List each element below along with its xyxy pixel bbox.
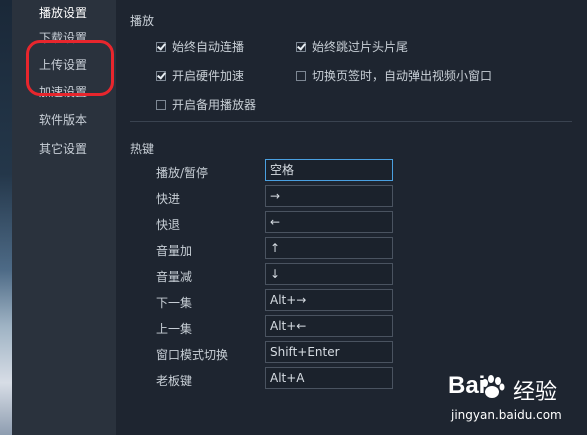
option-backup-player[interactable]: 开启备用播放器: [156, 96, 256, 113]
hotkey-field-volume-up[interactable]: ↑: [265, 237, 393, 259]
hotkey-field-next-episode[interactable]: Alt+→: [265, 289, 393, 311]
hotkey-field-window-mode[interactable]: Shift+Enter: [265, 341, 393, 363]
hotkey-label-forward: 快进: [156, 192, 181, 206]
option-label: 始终跳过片头片尾: [312, 40, 409, 54]
checkbox-checked-icon[interactable]: [156, 41, 166, 52]
watermark-url: jingyan.baidu.com: [451, 408, 562, 422]
hotkey-field-prev-episode[interactable]: Alt+←: [265, 315, 393, 337]
sidebar-item-playback[interactable]: 播放设置: [39, 4, 87, 21]
sidebar-item-other[interactable]: 其它设置: [39, 140, 87, 157]
option-label: 开启备用播放器: [172, 98, 257, 112]
watermark-brand-right: 经验: [513, 380, 558, 405]
checkbox-unchecked-icon[interactable]: [156, 99, 166, 110]
hotkey-field-forward[interactable]: →: [265, 185, 393, 207]
hotkey-label-play-pause: 播放/暂停: [156, 166, 209, 180]
annotation-highlight: [26, 40, 114, 96]
baidu-jingyan-watermark: Bai 经验 jingyan.baidu.com: [445, 370, 585, 430]
hotkey-field-boss-key[interactable]: Alt+A: [265, 367, 393, 389]
option-label: 开启硬件加速: [172, 69, 245, 83]
option-hardware-accel[interactable]: 开启硬件加速: [156, 67, 244, 84]
checkbox-checked-icon[interactable]: [156, 70, 166, 81]
hotkey-field-rewind[interactable]: ←: [265, 211, 393, 233]
hotkey-label-volume-up: 音量加: [156, 244, 193, 258]
hotkey-label-volume-down: 音量减: [156, 270, 193, 284]
hotkey-label-boss-key: 老板键: [156, 374, 193, 388]
hotkey-field-volume-down[interactable]: ↓: [265, 263, 393, 285]
option-label: 始终自动连播: [172, 40, 245, 54]
background-desktop-strip: [0, 0, 12, 435]
option-auto-continue[interactable]: 始终自动连播: [156, 38, 244, 55]
option-popup-mini-window[interactable]: 切换页签时，自动弹出视频小窗口: [296, 67, 492, 84]
paw-icon: [482, 375, 505, 398]
option-label: 切换页签时，自动弹出视频小窗口: [312, 69, 493, 83]
sidebar-item-version[interactable]: 软件版本: [39, 111, 87, 128]
checkbox-unchecked-icon[interactable]: [296, 70, 306, 81]
section-title-hotkeys: 热键: [130, 142, 155, 156]
hotkey-label-next-episode: 下一集: [156, 296, 193, 310]
hotkey-label-window-mode: 窗口模式切换: [156, 348, 229, 362]
section-title-playback: 播放: [130, 14, 155, 28]
checkbox-checked-icon[interactable]: [296, 41, 306, 52]
hotkey-label-rewind: 快退: [156, 218, 181, 232]
section-divider: [130, 121, 572, 122]
option-skip-intro-outro[interactable]: 始终跳过片头片尾: [296, 38, 408, 55]
hotkey-field-play-pause[interactable]: 空格: [265, 159, 393, 181]
hotkey-label-prev-episode: 上一集: [156, 322, 193, 336]
